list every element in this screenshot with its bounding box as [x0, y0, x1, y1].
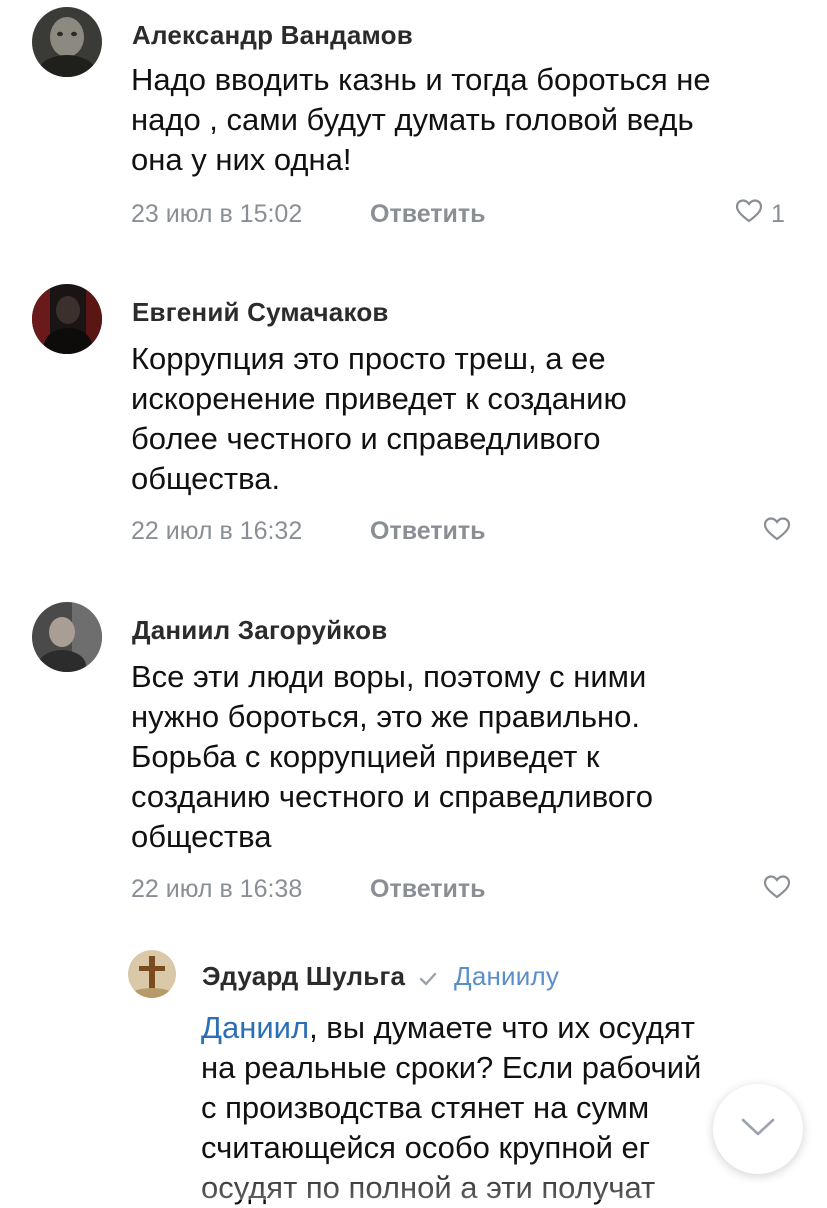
- comment-text-line: Надо вводить казнь и тогда бороться не: [131, 62, 711, 97]
- comment-text-line: она у них одна!: [131, 142, 352, 177]
- comment-date: 22 июл в 16:32: [131, 517, 303, 545]
- avatar[interactable]: [32, 284, 102, 354]
- comment-text: Надо вводить казнь и тогда бороться не н…: [131, 60, 711, 180]
- mention-link[interactable]: Даниил: [201, 1010, 309, 1045]
- comment-date: 23 июл в 15:02: [131, 200, 303, 228]
- reply-button[interactable]: Ответить: [370, 200, 486, 229]
- reply-text: Даниил, вы думаете что их осудят на реал…: [201, 1008, 701, 1208]
- like-count: 1: [771, 200, 785, 228]
- verified-check-icon: [419, 963, 437, 994]
- scroll-down-button[interactable]: [713, 1084, 803, 1174]
- comment-text-line: Борьба с коррупцией приведет к: [131, 739, 600, 774]
- comment-author[interactable]: Даниил Загоруйков: [132, 615, 387, 646]
- like-button[interactable]: [763, 516, 791, 549]
- comment-text: Все эти люди воры, поэтому с ними нужно …: [131, 657, 653, 857]
- reply-to-link[interactable]: Даниилу: [454, 961, 559, 991]
- comment-author[interactable]: Евгений Сумачаков: [132, 297, 389, 328]
- avatar[interactable]: [32, 602, 102, 672]
- like-button[interactable]: 1: [735, 198, 785, 231]
- reply-button[interactable]: Ответить: [370, 517, 486, 546]
- comment-text-line: более честного и справедливого: [131, 421, 601, 456]
- chevron-down-icon: [740, 1116, 776, 1143]
- comment-text-line: надо , сами будут думать головой ведь: [131, 102, 694, 137]
- comment-text-line: общества: [131, 819, 272, 854]
- comment-author[interactable]: Александр Вандамов: [132, 20, 413, 51]
- comment-text-line: нужно бороться, это же правильно.: [131, 699, 641, 734]
- avatar[interactable]: [32, 7, 102, 77]
- comment-text-line: Все эти люди воры, поэтому с ними: [131, 659, 647, 694]
- heart-outline-icon: [763, 874, 791, 907]
- comment-text-line: общества.: [131, 461, 281, 496]
- reply-text-line: считающейся особо крупной ег: [201, 1130, 651, 1165]
- reply-text-line: с производства стянет на сумм: [201, 1090, 650, 1125]
- reply-text-line: на реальные сроки? Если рабочий: [201, 1050, 702, 1085]
- comment-text: Коррупция это просто треш, а ее искорене…: [131, 339, 627, 499]
- like-button[interactable]: [763, 874, 791, 907]
- comment-text-line: созданию честного и справедливого: [131, 779, 653, 814]
- reply-author-name[interactable]: Эдуард Шульга: [202, 961, 405, 991]
- avatar[interactable]: [128, 950, 176, 998]
- reply-button[interactable]: Ответить: [370, 875, 486, 904]
- reply-text-fragment: , вы думаете что их осудят: [309, 1010, 695, 1045]
- reply-text-line: осудят по полной а эти получат: [201, 1170, 656, 1205]
- comment-date: 22 июл в 16:38: [131, 875, 303, 903]
- heart-outline-icon: [763, 516, 791, 549]
- heart-outline-icon: [735, 198, 763, 231]
- comment-text-line: искоренение приведет к созданию: [131, 381, 627, 416]
- reply-text-line: Даниил, вы думаете что их осудят: [201, 1008, 701, 1048]
- comment-text-line: Коррупция это просто треш, а ее: [131, 341, 606, 376]
- reply-author: Эдуард Шульга Даниилу: [202, 961, 559, 994]
